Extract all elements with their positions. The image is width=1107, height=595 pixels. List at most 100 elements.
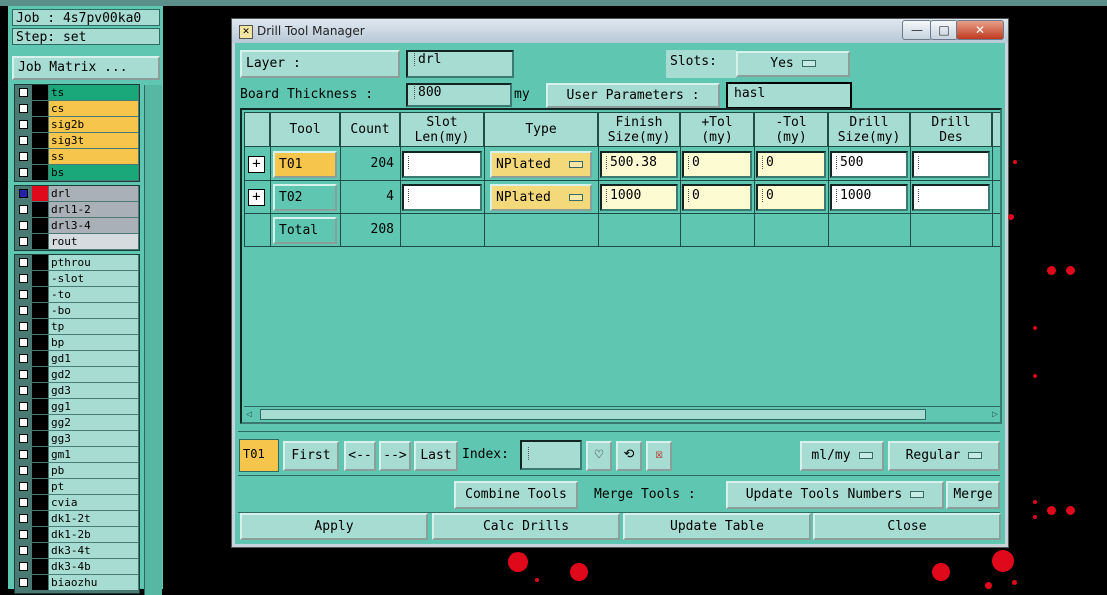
layer-row[interactable]: bs xyxy=(15,165,139,181)
layer-row[interactable]: gg3 xyxy=(15,431,139,447)
layer-checkbox[interactable] xyxy=(19,514,28,523)
layer-checkbox[interactable] xyxy=(19,530,28,539)
layer-checkbox[interactable] xyxy=(19,274,28,283)
layer-checkbox[interactable] xyxy=(19,402,28,411)
drill-size-input[interactable]: 500 xyxy=(830,151,908,178)
layer-row[interactable]: pthrou xyxy=(15,255,139,271)
maximize-button[interactable]: □ xyxy=(930,20,958,40)
layer-row[interactable]: rout xyxy=(15,234,139,250)
layer-list-scrollbar[interactable] xyxy=(144,85,162,595)
layer-row[interactable]: -to xyxy=(15,287,139,303)
layer-row[interactable]: drl3-4 xyxy=(15,218,139,234)
layer-checkbox[interactable] xyxy=(19,104,28,113)
layer-checkbox[interactable] xyxy=(19,370,28,379)
drill-size-input[interactable]: 1000 xyxy=(830,184,908,211)
layer-row[interactable]: drl1-2 xyxy=(15,202,139,218)
minus-tol-input[interactable]: 0 xyxy=(756,184,826,211)
title-bar[interactable]: ✕ Drill Tool Manager — □ ✕ xyxy=(232,19,1008,43)
layer-row[interactable]: gg2 xyxy=(15,415,139,431)
drill-des-input[interactable] xyxy=(912,151,990,178)
layer-row[interactable]: ss xyxy=(15,149,139,165)
drill-des-input[interactable] xyxy=(912,184,990,211)
layer-checkbox[interactable] xyxy=(19,386,28,395)
first-button[interactable]: First xyxy=(283,441,339,471)
layer-checkbox[interactable] xyxy=(19,562,28,571)
merge-option-select[interactable]: Update Tools Numbers xyxy=(726,481,944,509)
layer-row[interactable]: gg1 xyxy=(15,399,139,415)
plus-tol-input[interactable]: 0 xyxy=(682,151,752,178)
layer-row[interactable]: dk1-2t xyxy=(15,511,139,527)
next-button[interactable]: --> xyxy=(379,441,411,471)
scroll-thumb[interactable] xyxy=(260,409,926,420)
close-button[interactable]: Close xyxy=(813,513,1001,540)
units-select[interactable]: ml/my xyxy=(800,441,884,471)
layer-row[interactable]: bp xyxy=(15,335,139,351)
minimize-button[interactable]: — xyxy=(902,20,932,40)
user-parameters-button[interactable]: User Parameters : xyxy=(546,83,720,108)
close-window-button[interactable]: ✕ xyxy=(956,20,1004,40)
layer-checkbox[interactable] xyxy=(19,189,28,198)
apply-button[interactable]: Apply xyxy=(240,513,428,540)
layer-checkbox[interactable] xyxy=(19,546,28,555)
layer-row[interactable]: gd2 xyxy=(15,367,139,383)
layer-checkbox[interactable] xyxy=(19,168,28,177)
combine-tools-button[interactable]: Combine Tools xyxy=(454,481,578,509)
horizontal-scrollbar[interactable]: ◁ ▷ xyxy=(244,406,1000,421)
layer-checkbox[interactable] xyxy=(19,338,28,347)
slots-select[interactable]: Yes xyxy=(736,51,850,77)
delete-icon[interactable]: ☒ xyxy=(646,441,672,471)
layer-checkbox[interactable] xyxy=(19,205,28,214)
merge-button[interactable]: Merge xyxy=(946,481,1000,509)
layer-checkbox[interactable] xyxy=(19,237,28,246)
layer-checkbox[interactable] xyxy=(19,482,28,491)
layer-row[interactable]: ts xyxy=(15,85,139,101)
refresh-icon[interactable]: ⟲ xyxy=(616,441,642,471)
layer-row[interactable]: dk3-4b xyxy=(15,559,139,575)
layer-checkbox[interactable] xyxy=(19,306,28,315)
layer-row[interactable]: sig2b xyxy=(15,117,139,133)
layer-row[interactable]: drl xyxy=(15,186,139,202)
layer-row[interactable]: tp xyxy=(15,319,139,335)
layer-checkbox[interactable] xyxy=(19,418,28,427)
layer-row[interactable]: dk1-2b xyxy=(15,527,139,543)
layer-checkbox[interactable] xyxy=(19,290,28,299)
layer-checkbox[interactable] xyxy=(19,578,28,587)
last-button[interactable]: Last xyxy=(414,441,458,471)
layer-row[interactable]: cs xyxy=(15,101,139,117)
calc-drills-button[interactable]: Calc Drills xyxy=(432,513,620,540)
layer-checkbox[interactable] xyxy=(19,322,28,331)
layer-checkbox[interactable] xyxy=(19,498,28,507)
layer-row[interactable]: pb xyxy=(15,463,139,479)
plus-tol-input[interactable]: 0 xyxy=(682,184,752,211)
type-select[interactable]: NPlated xyxy=(490,151,592,178)
mode-select[interactable]: Regular xyxy=(888,441,1000,471)
tool-cell[interactable]: T02 xyxy=(273,184,337,211)
slot-len-input[interactable] xyxy=(402,184,482,211)
update-table-button[interactable]: Update Table xyxy=(623,513,811,540)
layer-checkbox[interactable] xyxy=(19,466,28,475)
scroll-right-icon[interactable]: ▷ xyxy=(992,409,998,420)
scroll-left-icon[interactable]: ◁ xyxy=(246,409,252,420)
layer-checkbox[interactable] xyxy=(19,120,28,129)
job-matrix-button[interactable]: Job Matrix ... xyxy=(12,56,160,80)
finish-size-input[interactable]: 500.38 xyxy=(600,151,678,178)
slot-len-input[interactable] xyxy=(402,151,482,178)
layer-checkbox[interactable] xyxy=(19,258,28,267)
expand-row-icon[interactable]: + xyxy=(248,156,265,173)
layer-input[interactable]: drl xyxy=(406,50,514,78)
lightbulb-icon[interactable]: ♡ xyxy=(586,441,612,471)
tool-cell[interactable]: T01 xyxy=(273,151,337,178)
type-select[interactable]: NPlated xyxy=(490,184,592,211)
minus-tol-input[interactable]: 0 xyxy=(756,151,826,178)
layer-checkbox[interactable] xyxy=(19,88,28,97)
layer-row[interactable]: -slot xyxy=(15,271,139,287)
layer-checkbox[interactable] xyxy=(19,136,28,145)
expand-row-icon[interactable]: + xyxy=(248,189,265,206)
layer-checkbox[interactable] xyxy=(19,152,28,161)
layer-checkbox[interactable] xyxy=(19,434,28,443)
layer-checkbox[interactable] xyxy=(19,450,28,459)
layer-row[interactable]: -bo xyxy=(15,303,139,319)
layer-checkbox[interactable] xyxy=(19,221,28,230)
layer-row[interactable]: dk3-4t xyxy=(15,543,139,559)
board-thickness-input[interactable]: 800 xyxy=(406,83,512,107)
